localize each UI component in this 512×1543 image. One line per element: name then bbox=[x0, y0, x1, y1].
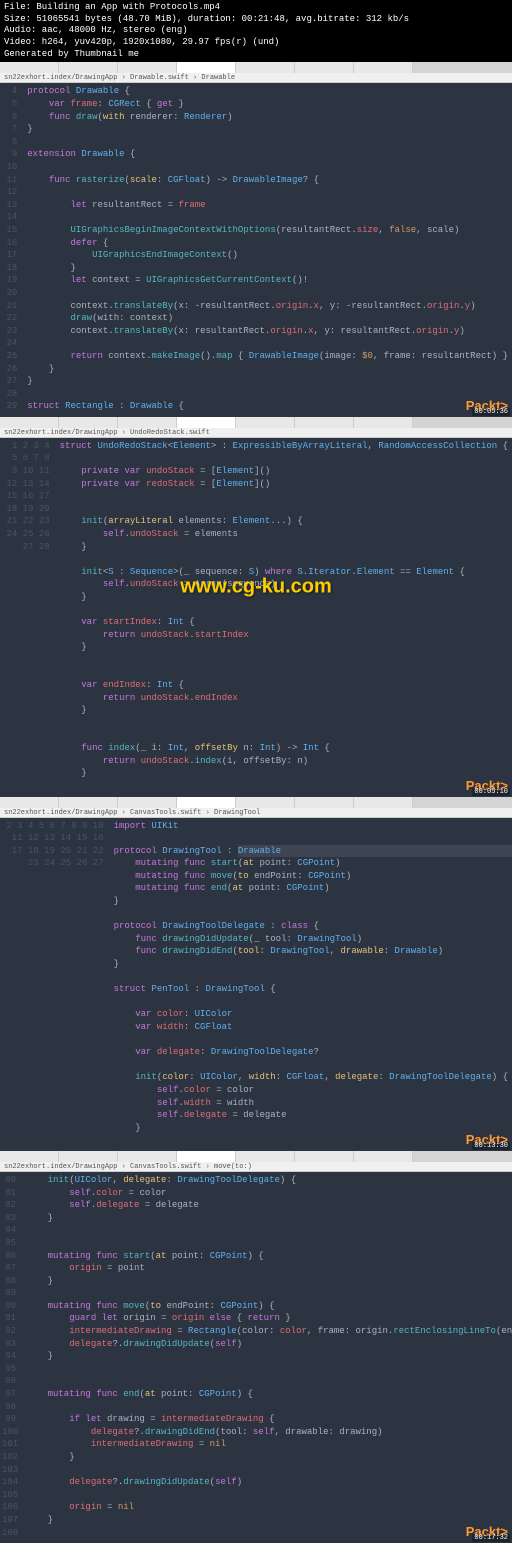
tab[interactable] bbox=[0, 797, 59, 808]
code-editor[interactable]: 4 5 6 7 8 9 10 11 12 13 14 15 16 17 18 1… bbox=[0, 83, 512, 414]
code-editor[interactable]: 2 3 4 5 6 7 8 9 10 11 12 13 14 15 16 17 … bbox=[0, 818, 512, 1149]
tab-bar bbox=[0, 797, 512, 808]
tab[interactable] bbox=[295, 417, 354, 428]
header-size: Size: 51065541 bytes (48.70 MiB), durati… bbox=[4, 14, 508, 26]
tab[interactable] bbox=[295, 62, 354, 73]
tab[interactable] bbox=[0, 62, 59, 73]
tab-bar bbox=[0, 417, 512, 428]
timestamp: 00:05:36 bbox=[472, 408, 510, 416]
tab[interactable] bbox=[236, 417, 295, 428]
code-editor[interactable]: 1 2 3 4 5 6 7 8 9 10 11 12 13 14 15 16 1… bbox=[0, 438, 512, 795]
code-content[interactable]: struct UndoRedoStack<Element> : Expressi… bbox=[56, 438, 512, 795]
tab[interactable] bbox=[118, 62, 177, 73]
tab[interactable] bbox=[295, 797, 354, 808]
tab-bar bbox=[0, 62, 512, 73]
tab[interactable] bbox=[354, 62, 413, 73]
tab-bar bbox=[0, 1151, 512, 1162]
thumbnail-panel: sn22exhort.index/DrawingApp › CanvasTool… bbox=[0, 1151, 512, 1541]
tab[interactable] bbox=[118, 1151, 177, 1162]
tab[interactable] bbox=[177, 1151, 236, 1162]
tab[interactable] bbox=[354, 1151, 413, 1162]
tab[interactable] bbox=[236, 797, 295, 808]
breadcrumb[interactable]: sn22exhort.index/DrawingApp › CanvasTool… bbox=[0, 1162, 512, 1172]
tab[interactable] bbox=[59, 797, 118, 808]
header-gen: Generated by Thumbnail me bbox=[4, 49, 508, 61]
tab[interactable] bbox=[118, 417, 177, 428]
tab[interactable] bbox=[59, 1151, 118, 1162]
code-content[interactable]: import UIKit protocol DrawingTool : Draw… bbox=[110, 818, 512, 1149]
tab[interactable] bbox=[118, 797, 177, 808]
thumbnail-panel: sn22exhort.index/DrawingApp › CanvasTool… bbox=[0, 797, 512, 1149]
code-editor[interactable]: 80 81 82 83 84 85 86 87 88 89 90 91 92 9… bbox=[0, 1172, 512, 1541]
thumbnail-panel: sn22exhort.index/DrawingApp › UndoRedoSt… bbox=[0, 417, 512, 795]
tab[interactable] bbox=[354, 797, 413, 808]
timestamp: 00:13:30 bbox=[472, 1142, 510, 1150]
tab[interactable] bbox=[59, 62, 118, 73]
tab[interactable] bbox=[354, 417, 413, 428]
tab[interactable] bbox=[236, 62, 295, 73]
header-video: Video: h264, yuv420p, 1920x1080, 29.97 f… bbox=[4, 37, 508, 49]
tab[interactable] bbox=[177, 417, 236, 428]
file-info-header: File: Building an App with Protocols.mp4… bbox=[0, 0, 512, 62]
tab[interactable] bbox=[236, 1151, 295, 1162]
breadcrumb[interactable]: sn22exhort.index/DrawingApp › UndoRedoSt… bbox=[0, 428, 512, 438]
line-gutter: 2 3 4 5 6 7 8 9 10 11 12 13 14 15 16 17 … bbox=[0, 818, 110, 1149]
tab[interactable] bbox=[59, 417, 118, 428]
line-gutter: 4 5 6 7 8 9 10 11 12 13 14 15 16 17 18 1… bbox=[0, 83, 23, 414]
code-content[interactable]: protocol Drawable { var frame: CGRect { … bbox=[23, 83, 512, 414]
breadcrumb[interactable]: sn22exhort.index/DrawingApp › CanvasTool… bbox=[0, 808, 512, 818]
tab[interactable] bbox=[295, 1151, 354, 1162]
timestamp: 00:05:10 bbox=[472, 788, 510, 796]
header-audio: Audio: aac, 48000 Hz, stereo (eng) bbox=[4, 25, 508, 37]
tab[interactable] bbox=[0, 1151, 59, 1162]
line-gutter: 1 2 3 4 5 6 7 8 9 10 11 12 13 14 15 16 1… bbox=[0, 438, 56, 795]
tab[interactable] bbox=[0, 417, 59, 428]
breadcrumb[interactable]: sn22exhort.index/DrawingApp › Drawable.s… bbox=[0, 73, 512, 83]
header-file: File: Building an App with Protocols.mp4 bbox=[4, 2, 508, 14]
thumbnail-panel: sn22exhort.index/DrawingApp › Drawable.s… bbox=[0, 62, 512, 414]
tab[interactable] bbox=[177, 62, 236, 73]
code-content[interactable]: init(UIColor, delegate: DrawingToolDeleg… bbox=[22, 1172, 512, 1541]
line-gutter: 80 81 82 83 84 85 86 87 88 89 90 91 92 9… bbox=[0, 1172, 22, 1541]
timestamp: 00:17:32 bbox=[472, 1534, 510, 1542]
tab[interactable] bbox=[177, 797, 236, 808]
